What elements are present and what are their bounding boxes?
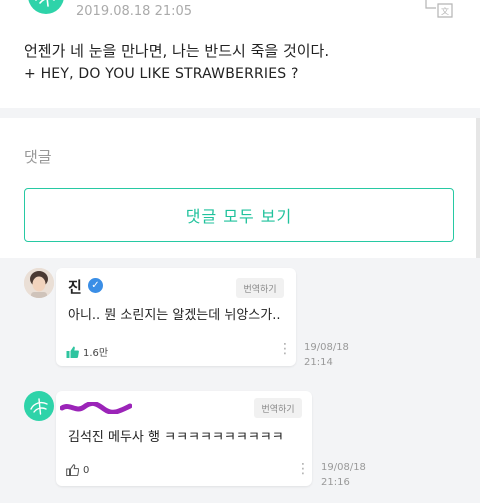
thumbs-up-icon [66, 346, 79, 358]
verified-icon: ✓ [88, 278, 103, 293]
avatar-logo-icon [35, 0, 55, 7]
comment-text: 아니.. 뭔 소린지는 알겠는데 뉘앙스가.. [68, 308, 281, 323]
post-body-line2: + HEY, DO YOU LIKE STRAWBERRIES ? [24, 66, 299, 82]
comment-date: 19/08/18 21:14 [304, 340, 349, 370]
comment-date: 19/08/18 21:16 [321, 460, 366, 490]
translate-icon[interactable]: 文 [424, 0, 454, 18]
comments-label: 댓글 [24, 148, 52, 166]
post-card: 2019.08.18 21:05 文 언젠가 네 눈을 만나면, 나는 반드시 … [0, 0, 480, 108]
avatar-photo-icon [24, 268, 54, 298]
comment-text: 김석진 메두사 행 ㅋㅋㅋㅋㅋㅋㅋㅋㅋㅋ [68, 430, 284, 445]
comment-bubble: 진 ✓ 번역하기 아니.. 뭔 소린지는 알겠는데 뉘앙스가.. 1.6만 ⋮ [56, 268, 296, 366]
post-body-line1: 언젠가 네 눈을 만나면, 나는 반드시 죽을 것이다. [24, 42, 330, 60]
like-button[interactable]: 0 [66, 464, 89, 476]
comments-section: 댓글 댓글 모두 보기 [0, 118, 480, 258]
view-all-comments-button[interactable]: 댓글 모두 보기 [24, 188, 454, 242]
comment-date-time: 21:16 [321, 477, 350, 488]
more-icon[interactable]: ⋮ [278, 342, 292, 356]
post-author-avatar[interactable] [28, 0, 64, 14]
redacted-author-mark [59, 399, 133, 415]
like-button[interactable]: 1.6만 [66, 344, 108, 359]
comment-avatar[interactable] [24, 268, 54, 298]
svg-text:文: 文 [441, 6, 449, 16]
translate-button[interactable]: 번역하기 [236, 278, 284, 298]
translate-button[interactable]: 번역하기 [254, 398, 302, 418]
like-count: 1.6만 [83, 348, 109, 359]
thumbs-up-icon [66, 464, 79, 476]
comment-avatar[interactable] [24, 391, 54, 421]
like-count: 0 [83, 464, 90, 476]
comment-date-time: 21:14 [304, 357, 333, 368]
comment-author[interactable]: 진 [68, 276, 82, 297]
comment-date-day: 19/08/18 [304, 342, 349, 353]
avatar-logo-icon [30, 398, 48, 415]
post-timestamp: 2019.08.18 21:05 [76, 4, 193, 19]
comment-bubble: 번역하기 김석진 메두사 행 ㅋㅋㅋㅋㅋㅋㅋㅋㅋㅋ 0 ⋮ [56, 391, 312, 486]
scrollbar[interactable] [476, 118, 480, 258]
comment-date-day: 19/08/18 [321, 462, 366, 473]
more-icon[interactable]: ⋮ [296, 462, 310, 476]
